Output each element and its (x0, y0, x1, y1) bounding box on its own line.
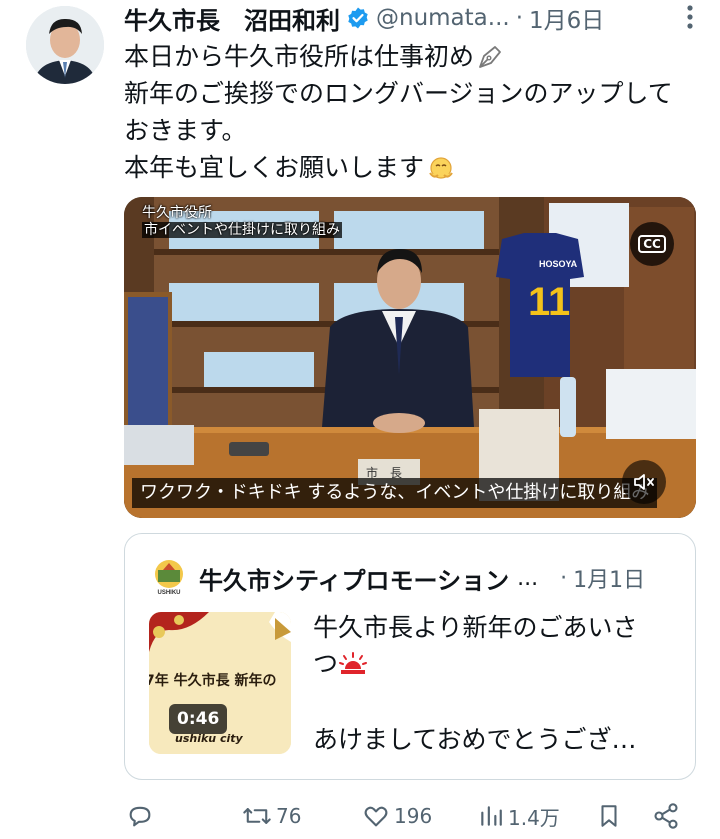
face-emoji-icon (429, 156, 453, 179)
views-button[interactable]: 1.4万 (478, 797, 560, 835)
like-count: 196 (394, 804, 433, 828)
video-top-caption-line2: 市イベントや仕掛けに取り組み (142, 222, 342, 238)
video-top-caption-line1: 牛久市役所 (142, 205, 212, 221)
quoted-separator-dot: · (560, 565, 568, 591)
view-count: 1.4万 (508, 805, 560, 830)
quoted-text-line: 牛久市長より新年のごあいさ (313, 613, 638, 642)
author-handle[interactable]: @numata... (376, 5, 510, 31)
tweet-action-bar: 76 196 1.4万 (124, 797, 696, 835)
author-name[interactable]: 牛久市長 沼田和利 (124, 1, 340, 36)
tweet-header: 牛久市長 沼田和利 @numata... · 1月6日 (124, 0, 714, 36)
quoted-text: 牛久市長より新年のごあいさ つ あけましておめでとうござ… (313, 610, 683, 758)
verified-badge-icon (348, 7, 368, 29)
thumbnail-title: 7年 牛久市長 新年の (149, 673, 277, 689)
video-frame: HOSOYA 11 市 長 (124, 197, 696, 518)
tweet-text-line: 本年も宜しくお願いします (124, 153, 425, 182)
quoted-text-line: あけましておめでとうござ… (313, 725, 637, 754)
thumbnail-brand: ushiku city (175, 732, 243, 745)
tweet-text: 本日から牛久市役所は仕事初め 新年のご挨拶でのロングバージョンのアップして おき… (124, 38, 704, 186)
quoted-author-name[interactable]: 牛久市シティプロモーション (199, 561, 509, 596)
share-icon (654, 803, 678, 829)
quoted-text-line: つ (313, 649, 339, 678)
separator-dot: · (515, 5, 524, 31)
quoted-date: 1月1日 (573, 568, 646, 593)
quoted-tweet[interactable]: USHIKU 牛久市シティプロモーション ... · 1月1日 7年 牛久市長 … (124, 533, 696, 780)
video-player[interactable]: HOSOYA 11 市 長 牛久市役所 市イベントや仕掛けに取り組み CC ワク… (124, 197, 696, 518)
tweet[interactable]: 牛久市長 沼田和利 @numata... · 1月6日 本日から牛久市役所は仕事… (0, 0, 720, 839)
video-top-caption: 牛久市役所 市イベントや仕掛けに取り組み (142, 205, 342, 239)
video-subtitle: ワクワク・ドキドキ するような、イベントや仕掛けに取り組み (132, 478, 658, 508)
like-icon (364, 806, 388, 827)
quoted-header: 牛久市シティプロモーション ... · 1月1日 (199, 560, 689, 596)
reply-icon (129, 806, 151, 827)
retweet-icon (243, 808, 271, 824)
views-icon (481, 806, 502, 826)
pen-nib-icon (479, 45, 501, 68)
author-avatar[interactable] (26, 6, 104, 84)
quoted-name-ellipsis: ... (517, 565, 539, 591)
mute-button[interactable] (622, 460, 666, 504)
retweet-count: 76 (276, 804, 302, 828)
mute-icon (634, 474, 654, 490)
bookmark-button[interactable] (596, 797, 622, 835)
tweet-text-line: 本日から牛久市役所は仕事初め (124, 42, 475, 71)
retweet-button[interactable]: 76 (242, 797, 301, 835)
quoted-author-avatar[interactable]: USHIKU (149, 558, 189, 598)
reply-button[interactable] (126, 797, 154, 835)
cc-icon: CC (638, 235, 666, 253)
tweet-text-line: おきます。 (124, 116, 247, 145)
like-button[interactable]: 196 (362, 797, 432, 835)
more-icon[interactable] (686, 4, 694, 30)
tweet-date[interactable]: 1月6日 (529, 1, 604, 35)
bookmark-icon (601, 805, 617, 827)
quoted-avatar-label: USHIKU (157, 590, 180, 596)
quoted-video-thumbnail[interactable]: 7年 牛久市長 新年の 0:46 ushiku city (149, 612, 291, 754)
sunrise-emoji-icon (339, 652, 368, 674)
share-button[interactable] (652, 797, 680, 835)
jersey-name: HOSOYA (539, 259, 578, 269)
closed-caption-button[interactable]: CC (630, 222, 674, 266)
jersey-number: 11 (528, 280, 570, 324)
tweet-text-line: 新年のご挨拶でのロングバージョンのアップして (124, 79, 673, 108)
video-duration-badge: 0:46 (169, 704, 228, 734)
